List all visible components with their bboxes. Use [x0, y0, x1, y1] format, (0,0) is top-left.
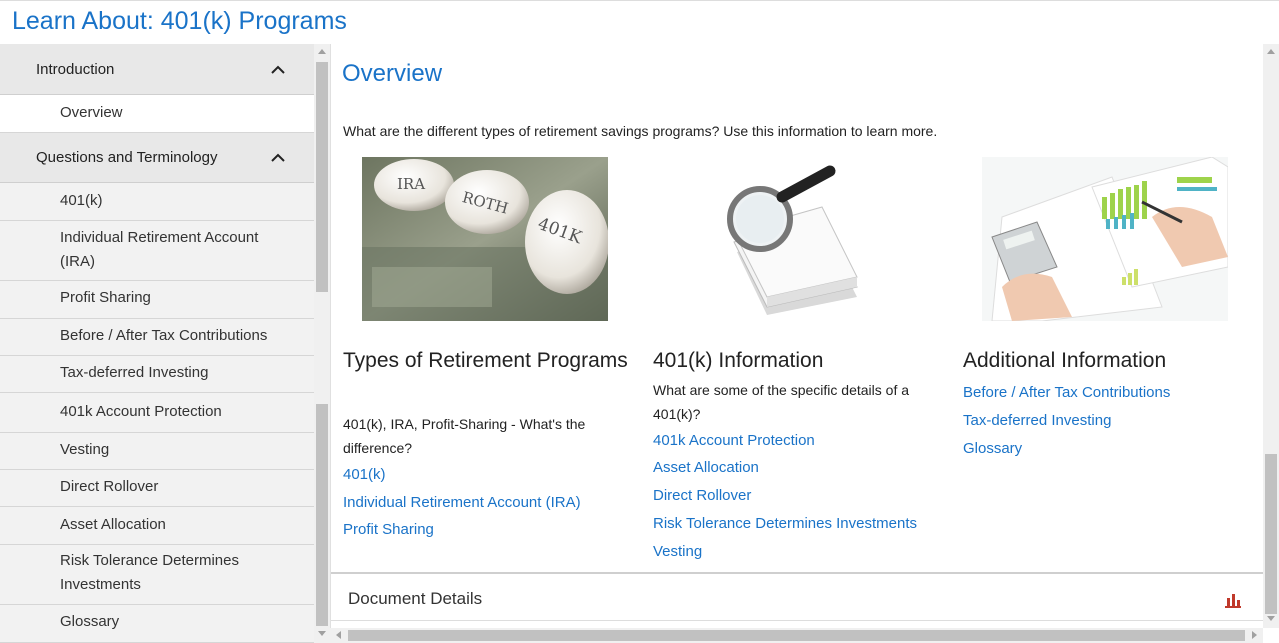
bar-chart-icon[interactable]: [1224, 590, 1242, 608]
sidebar-item-label: Vesting: [60, 441, 110, 458]
sidebar-section-introduction[interactable]: Introduction: [0, 44, 314, 95]
magnifying-glass-books-image: [672, 157, 918, 321]
sidebar-item-label: 401k Account Protection: [60, 403, 222, 420]
column-title: Types of Retirement Programs: [343, 349, 628, 372]
sidebar-item-label: Glossary: [60, 613, 120, 630]
chevron-up-icon[interactable]: [270, 62, 286, 78]
link-account-protection[interactable]: 401k Account Protection: [653, 430, 815, 452]
link-vesting[interactable]: Vesting: [653, 541, 702, 563]
sidebar-item-label: Before / After Tax Contributions: [60, 327, 268, 344]
link-direct-rollover[interactable]: Direct Rollover: [653, 485, 751, 507]
sidebar-section-label: Introduction: [36, 61, 115, 78]
sidebar-item-label: Tax-deferred Investing: [60, 364, 209, 381]
main-content: Overview What are the different types of…: [330, 44, 1264, 628]
sidebar-item-label: Direct Rollover: [60, 478, 159, 495]
link-glossary[interactable]: Glossary: [963, 438, 1022, 460]
intro-text: What are the different types of retireme…: [343, 123, 938, 139]
sidebar-item-direct-rollover[interactable]: Direct Rollover: [0, 470, 314, 507]
link-tax-deferred[interactable]: Tax-deferred Investing: [963, 410, 1111, 432]
scroll-right-arrow-icon[interactable]: [1252, 631, 1257, 639]
chevron-up-icon[interactable]: [270, 150, 286, 166]
sidebar-item-vesting[interactable]: Vesting: [0, 433, 314, 470]
link-asset-allocation[interactable]: Asset Allocation: [653, 457, 759, 479]
sidebar-scrollbar[interactable]: [314, 44, 330, 643]
retirement-eggs-image: IRA ROTH 401K: [362, 157, 608, 321]
main-horizontal-scrollbar[interactable]: [330, 628, 1263, 643]
column-description: What are some of the specific details of…: [653, 382, 910, 422]
scroll-down-arrow-icon[interactable]: [318, 631, 326, 636]
egg-label: IRA: [397, 175, 425, 193]
sidebar-scroll-thumb[interactable]: [316, 62, 328, 292]
column-description: 401(k), IRA, Profit-Sharing - What's the…: [343, 416, 586, 456]
sidebar-item-label: Profit Sharing: [60, 289, 151, 306]
link-401k[interactable]: 401(k): [343, 464, 386, 486]
scroll-down-arrow-icon[interactable]: [1267, 616, 1275, 621]
sidebar-item-label: Asset Allocation: [60, 516, 166, 533]
sidebar-item-401k[interactable]: 401(k): [0, 183, 314, 221]
sidebar-item-label: Risk Tolerance Determines Investments: [60, 552, 239, 593]
link-profit-sharing[interactable]: Profit Sharing: [343, 519, 434, 541]
sidebar-item-overview[interactable]: Overview: [0, 95, 314, 133]
column-title: Additional Information: [963, 349, 1167, 372]
sidebar-section-questions[interactable]: Questions and Terminology: [0, 133, 314, 183]
document-details-label: Document Details: [348, 589, 483, 608]
sidebar-item-account-protection[interactable]: 401k Account Protection: [0, 393, 314, 433]
main-vertical-scrollbar[interactable]: [1263, 44, 1279, 628]
sidebar-item-profit-sharing[interactable]: Profit Sharing: [0, 281, 314, 319]
horizontal-scroll-thumb[interactable]: [348, 630, 1245, 641]
sidebar-item-label: Individual Retirement Account (IRA): [60, 229, 259, 270]
section-title: Overview: [342, 60, 443, 87]
sidebar-item-label: 401(k): [60, 192, 103, 209]
financial-charts-calculator-image: [982, 157, 1228, 321]
scroll-left-arrow-icon[interactable]: [336, 631, 341, 639]
link-ira[interactable]: Individual Retirement Account (IRA): [343, 492, 581, 514]
page-title: Learn About: 401(k) Programs: [12, 7, 347, 35]
sidebar-item-label: Overview: [60, 104, 123, 121]
scroll-up-arrow-icon[interactable]: [1267, 49, 1275, 54]
sidebar: Introduction Overview Questions and Term…: [0, 44, 314, 643]
sidebar-scroll-track-highlight: [316, 404, 328, 626]
sidebar-item-tax-deferred[interactable]: Tax-deferred Investing: [0, 356, 314, 393]
link-risk-tolerance[interactable]: Risk Tolerance Determines Investments: [653, 513, 917, 535]
sidebar-item-asset-allocation[interactable]: Asset Allocation: [0, 507, 314, 545]
column-title: 401(k) Information: [653, 349, 824, 372]
sidebar-item-risk-tolerance[interactable]: Risk Tolerance Determines Investments: [0, 545, 314, 605]
sidebar-item-glossary[interactable]: Glossary: [0, 605, 314, 643]
sidebar-item-before-after-tax[interactable]: Before / After Tax Contributions: [0, 319, 314, 356]
page-header: Learn About: 401(k) Programs: [0, 0, 1279, 44]
document-details-panel[interactable]: Document Details: [331, 572, 1264, 621]
scroll-up-arrow-icon[interactable]: [318, 49, 326, 54]
link-before-after-tax[interactable]: Before / After Tax Contributions: [963, 382, 1170, 404]
sidebar-section-label: Questions and Terminology: [36, 149, 218, 166]
sidebar-item-ira[interactable]: Individual Retirement Account (IRA): [0, 221, 314, 281]
main-scroll-thumb[interactable]: [1265, 454, 1277, 614]
